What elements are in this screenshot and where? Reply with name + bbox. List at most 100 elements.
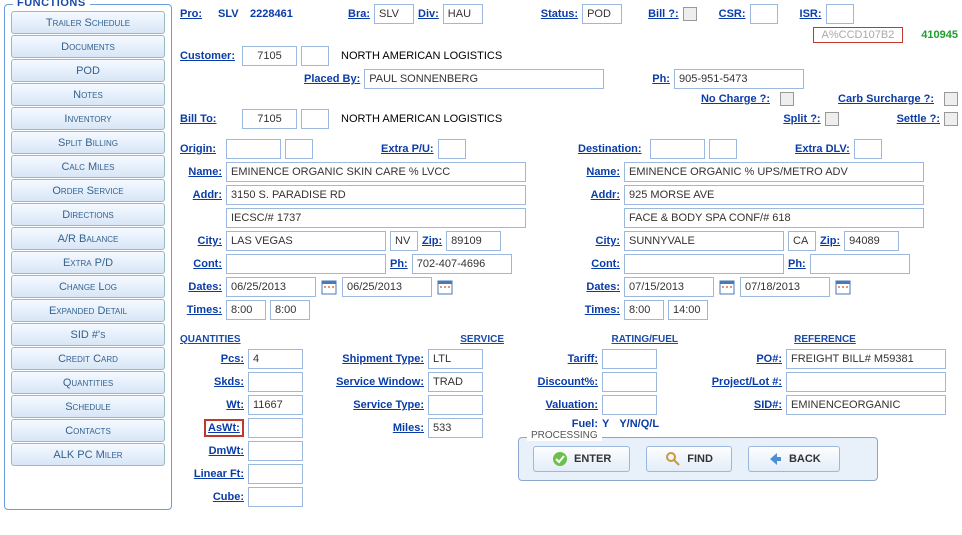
customer-sub[interactable]: [301, 46, 329, 66]
extra-pu-field[interactable]: [438, 139, 466, 159]
origin-times-label[interactable]: Times:: [180, 304, 222, 316]
dest-date1-field[interactable]: [624, 277, 714, 297]
fn-inventory[interactable]: Inventory: [11, 107, 165, 130]
discount-field[interactable]: [602, 372, 657, 392]
fn-pod[interactable]: POD: [11, 59, 165, 82]
customer-code[interactable]: [242, 46, 297, 66]
dest-name-label[interactable]: Name:: [578, 166, 620, 178]
origin-city-label[interactable]: City:: [180, 235, 222, 247]
svc-win-label[interactable]: Service Window:: [324, 376, 424, 388]
extra-pu-label[interactable]: Extra P/U:: [381, 143, 434, 155]
dest-sub[interactable]: [709, 139, 737, 159]
origin-addr2-field[interactable]: [226, 208, 526, 228]
extra-dlv-field[interactable]: [854, 139, 882, 159]
dest-zip-field[interactable]: [844, 231, 899, 251]
pcs-field[interactable]: [248, 349, 303, 369]
split-label[interactable]: Split ?:: [783, 113, 820, 125]
wt-label[interactable]: Wt:: [180, 399, 244, 411]
fn-schedule[interactable]: Schedule: [11, 395, 165, 418]
status-field[interactable]: [582, 4, 622, 24]
div-field[interactable]: [443, 4, 483, 24]
origin-ph-field[interactable]: [412, 254, 512, 274]
fn-documents[interactable]: Documents: [11, 35, 165, 58]
fn-order-service[interactable]: Order Service: [11, 179, 165, 202]
origin-cont-label[interactable]: Cont:: [180, 258, 222, 270]
dest-cont-label[interactable]: Cont:: [578, 258, 620, 270]
fn-ar-balance[interactable]: A/R Balance: [11, 227, 165, 250]
fn-notes[interactable]: Notes: [11, 83, 165, 106]
fn-credit-card[interactable]: Credit Card: [11, 347, 165, 370]
dest-ph-field[interactable]: [810, 254, 910, 274]
skds-field[interactable]: [248, 372, 303, 392]
carb-checkbox[interactable]: [944, 92, 958, 106]
csr-field[interactable]: [750, 4, 778, 24]
proj-field[interactable]: [786, 372, 946, 392]
no-charge-label[interactable]: No Charge ?:: [701, 93, 770, 105]
fn-directions[interactable]: Directions: [11, 203, 165, 226]
extra-dlv-label[interactable]: Extra DLV:: [795, 143, 850, 155]
pcs-label[interactable]: Pcs:: [180, 353, 244, 365]
dest-dates-label[interactable]: Dates:: [578, 281, 620, 293]
dest-state-field[interactable]: [788, 231, 816, 251]
placed-by-field[interactable]: [364, 69, 604, 89]
fn-trailer-schedule[interactable]: Trailer Schedule: [11, 11, 165, 34]
origin-state-field[interactable]: [390, 231, 418, 251]
origin-city-field[interactable]: [226, 231, 386, 251]
bill-q-checkbox[interactable]: [683, 7, 697, 21]
origin-addr1-field[interactable]: [226, 185, 526, 205]
ship-type-field[interactable]: [428, 349, 483, 369]
isr-field[interactable]: [826, 4, 854, 24]
calendar-icon[interactable]: [834, 278, 852, 296]
proj-label[interactable]: Project/Lot #:: [692, 376, 782, 388]
fn-sid-numbers[interactable]: SID #'s: [11, 323, 165, 346]
tariff-field[interactable]: [602, 349, 657, 369]
dest-label[interactable]: Destination:: [578, 143, 646, 155]
cube-label[interactable]: Cube:: [180, 491, 244, 503]
dest-code[interactable]: [650, 139, 705, 159]
bra-label[interactable]: Bra:: [348, 8, 370, 20]
ship-type-label[interactable]: Shipment Type:: [324, 353, 424, 365]
aswt-label[interactable]: AsWt:: [204, 419, 244, 437]
sid-field[interactable]: [786, 395, 946, 415]
placed-by-label[interactable]: Placed By:: [304, 73, 360, 85]
miles-field[interactable]: [428, 418, 483, 438]
calendar-icon[interactable]: [718, 278, 736, 296]
settle-checkbox[interactable]: [944, 112, 958, 126]
svc-type-field[interactable]: [428, 395, 483, 415]
bill-q-label[interactable]: Bill ?:: [648, 8, 679, 20]
fn-change-log[interactable]: Change Log: [11, 275, 165, 298]
origin-dates-label[interactable]: Dates:: [180, 281, 222, 293]
back-button[interactable]: BACK: [748, 446, 840, 472]
fn-contacts[interactable]: Contacts: [11, 419, 165, 442]
dest-cont-field[interactable]: [624, 254, 784, 274]
customer-label[interactable]: Customer:: [180, 50, 238, 62]
fn-alk-pc-miler[interactable]: ALK PC Miler: [11, 443, 165, 466]
fn-split-billing[interactable]: Split Billing: [11, 131, 165, 154]
csr-label[interactable]: CSR:: [719, 8, 746, 20]
origin-name-field[interactable]: [226, 162, 526, 182]
sid-label[interactable]: SID#:: [692, 399, 782, 411]
split-checkbox[interactable]: [825, 112, 839, 126]
dest-times-label[interactable]: Times:: [578, 304, 620, 316]
ph-label[interactable]: Ph:: [652, 73, 670, 85]
dest-name-field[interactable]: [624, 162, 924, 182]
dest-addr2-field[interactable]: [624, 208, 924, 228]
billto-label[interactable]: Bill To:: [180, 113, 238, 125]
valuation-label[interactable]: Valuation:: [518, 399, 598, 411]
status-label[interactable]: Status:: [541, 8, 578, 20]
po-field[interactable]: [786, 349, 946, 369]
origin-zip-field[interactable]: [446, 231, 501, 251]
calendar-icon[interactable]: [320, 278, 338, 296]
dmwt-field[interactable]: [248, 441, 303, 461]
calendar-icon[interactable]: [436, 278, 454, 296]
origin-label[interactable]: Origin:: [180, 143, 222, 155]
dest-time2-field[interactable]: [668, 300, 708, 320]
pro-label[interactable]: Pro:: [180, 8, 214, 20]
dest-addr1-field[interactable]: [624, 185, 924, 205]
tariff-label[interactable]: Tariff:: [518, 353, 598, 365]
origin-date2-field[interactable]: [342, 277, 432, 297]
billto-sub[interactable]: [301, 109, 329, 129]
dest-addr-label[interactable]: Addr:: [578, 189, 620, 201]
enter-button[interactable]: ENTER: [533, 446, 630, 472]
dest-city-label[interactable]: City:: [578, 235, 620, 247]
